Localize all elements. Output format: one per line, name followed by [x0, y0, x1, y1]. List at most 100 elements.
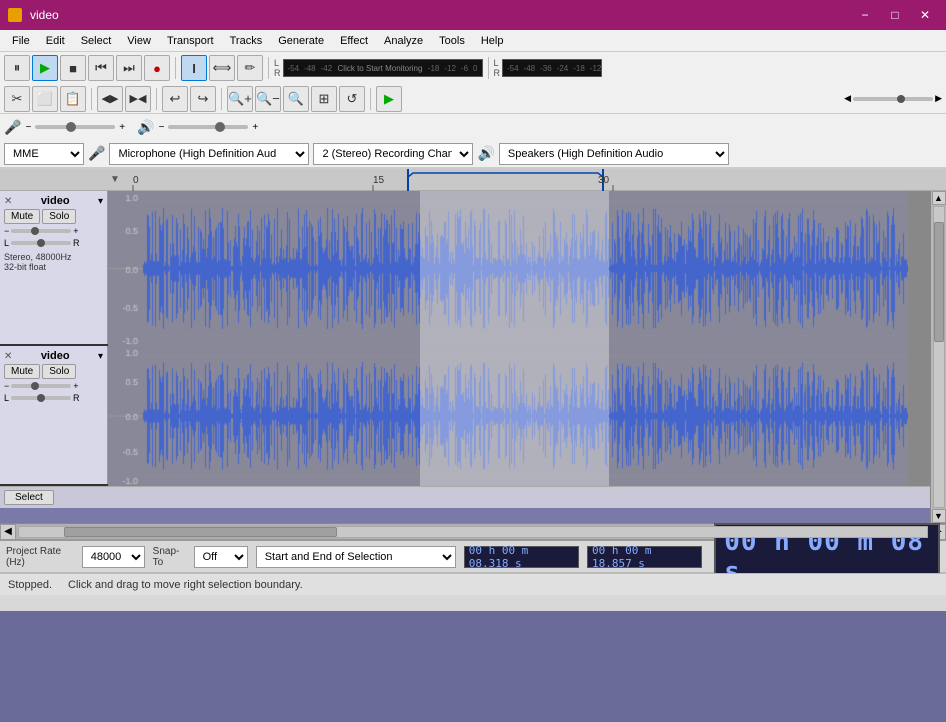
menu-tools[interactable]: Tools	[431, 33, 473, 49]
play-button[interactable]: ▶	[32, 55, 58, 81]
zoom-out-button[interactable]: 🔍−	[255, 86, 281, 112]
track-1-solo[interactable]: Solo	[42, 209, 76, 224]
close-button[interactable]: ✕	[912, 5, 938, 25]
stop-button[interactable]: ■	[60, 55, 86, 81]
track-1-pan-slider[interactable]	[11, 241, 71, 245]
track-2-solo[interactable]: Solo	[42, 364, 76, 379]
end-time-field[interactable]: 00 h 00 m 18.857 s	[587, 546, 702, 568]
separator3	[488, 57, 489, 79]
menu-analyze[interactable]: Analyze	[376, 33, 431, 49]
window-title: video	[30, 8, 852, 22]
track-1-dropdown[interactable]: ▾	[98, 196, 103, 207]
device-row: MME 🎤 Microphone (High Definition Aud 2 …	[0, 140, 946, 168]
undo-button[interactable]: ↩	[162, 86, 188, 112]
ruler-collapse[interactable]: ▼	[108, 174, 118, 185]
menu-edit[interactable]: Edit	[38, 33, 73, 49]
ruler-track[interactable]: 0 15 30	[118, 169, 946, 190]
envelope-tool-button[interactable]: ⟺	[209, 55, 235, 81]
menu-generate[interactable]: Generate	[270, 33, 332, 49]
vu-scale-mid1: -48	[304, 64, 316, 73]
track-2-close[interactable]: ✕	[4, 351, 12, 362]
pause-button[interactable]: ⏸	[4, 55, 30, 81]
start-time-value: 00 h 00 m 08.318 s	[469, 544, 574, 570]
track-2-waveform[interactable]	[108, 346, 930, 486]
menu-file[interactable]: File	[4, 33, 38, 49]
track-2-title-row: ✕ video ▾	[4, 350, 103, 362]
track-2-pan-row: L R	[4, 393, 103, 403]
speed-min-label: ◀	[844, 93, 851, 104]
input-volume-slider[interactable]	[35, 125, 115, 129]
selection-mode-select[interactable]: Start and End of Selection Start and Len…	[256, 546, 456, 568]
maximize-button[interactable]: □	[882, 5, 908, 25]
channels-select[interactable]: 2 (Stereo) Recording Chann	[313, 143, 473, 165]
record-button[interactable]: ●	[144, 55, 170, 81]
status-bar: Stopped. Click and drag to move right se…	[0, 573, 946, 595]
menu-select[interactable]: Select	[73, 33, 120, 49]
output-volume-slider[interactable]	[168, 125, 248, 129]
minimize-button[interactable]: −	[852, 5, 878, 25]
host-select[interactable]: MME	[4, 143, 84, 165]
track2-pan-l: L	[4, 393, 9, 403]
zoom-sel-button[interactable]: 🔍	[283, 86, 309, 112]
vertical-scrollbar[interactable]: ▲ ▼	[930, 191, 946, 523]
track2-pan-r: R	[73, 393, 80, 403]
track-1-waveform[interactable]	[108, 191, 930, 346]
menu-view[interactable]: View	[119, 33, 159, 49]
empty-area	[0, 508, 930, 523]
sep-edit1	[91, 88, 92, 110]
skip-back-button[interactable]: ⏮	[88, 55, 114, 81]
menu-effect[interactable]: Effect	[332, 33, 376, 49]
silence-button[interactable]: ▶◀	[125, 86, 151, 112]
mic-device-select[interactable]: Microphone (High Definition Aud	[109, 143, 309, 165]
scroll-down-arrow[interactable]: ▼	[932, 509, 946, 523]
track-2-mute[interactable]: Mute	[4, 364, 40, 379]
track2-gain-min: −	[4, 381, 9, 391]
vol-min: −	[25, 122, 31, 133]
vu-input-meter[interactable]: -54 -48 -42 Click to Start Monitoring -1…	[283, 59, 483, 77]
speaker-device-select[interactable]: Speakers (High Definition Audio	[499, 143, 729, 165]
track-2-pan-slider[interactable]	[11, 396, 71, 400]
project-rate-label: Project Rate (Hz)	[6, 546, 74, 568]
scroll-track[interactable]	[933, 206, 945, 508]
vol-max: +	[119, 122, 125, 133]
track-1-title-row: ✕ video ▾	[4, 195, 103, 207]
track-1-gain-slider[interactable]	[11, 229, 71, 233]
select-tool-button[interactable]: I	[181, 55, 207, 81]
sep-edit3	[221, 88, 222, 110]
play-speed-button[interactable]: ▶	[376, 86, 402, 112]
zoom-in-button[interactable]: 🔍+	[227, 86, 253, 112]
track-1-controls: ✕ video ▾ Mute Solo − + L	[0, 191, 108, 344]
menu-transport[interactable]: Transport	[159, 33, 222, 49]
paste-button[interactable]: 📋	[60, 86, 86, 112]
redo-button[interactable]: ↪	[190, 86, 216, 112]
track-2-dropdown[interactable]: ▾	[98, 351, 103, 362]
zoom-fit-button[interactable]: ⊞	[311, 86, 337, 112]
track-1-close[interactable]: ✕	[4, 196, 12, 207]
h-scroll-track[interactable]	[18, 526, 928, 538]
track-1-mute[interactable]: Mute	[4, 209, 40, 224]
select-button[interactable]: Select	[4, 490, 54, 505]
zoom-reset-button[interactable]: ↺	[339, 86, 365, 112]
speed-slider[interactable]	[853, 97, 933, 101]
menu-tracks[interactable]: Tracks	[222, 33, 271, 49]
vu-output-meter[interactable]: -54 -48 -36 -24 -18 -12	[502, 59, 602, 77]
scroll-thumb	[934, 222, 944, 342]
start-time-field[interactable]: 00 h 00 m 08.318 s	[464, 546, 579, 568]
vu-scale-r4: 0	[473, 64, 477, 73]
project-rate-select[interactable]: 48000	[82, 546, 145, 568]
monitor-label: Click to Start Monitoring	[337, 64, 423, 73]
track-1-pan-row: L R	[4, 238, 103, 248]
trim-button[interactable]: ◀▶	[97, 86, 123, 112]
cut-button[interactable]: ✂	[4, 86, 30, 112]
out-scale-1: -54	[507, 64, 519, 73]
copy-button[interactable]: ⬜	[32, 86, 58, 112]
scroll-left-arrow[interactable]: ◀	[0, 524, 16, 540]
menu-help[interactable]: Help	[473, 33, 512, 49]
track-2-gain-slider[interactable]	[11, 384, 71, 388]
scroll-up-arrow[interactable]: ▲	[932, 191, 946, 205]
snap-to-select[interactable]: Off On	[194, 546, 248, 568]
draw-tool-button[interactable]: ✏	[237, 55, 263, 81]
edit-toolbar: ✂ ⬜ 📋 ◀▶ ▶◀ ↩ ↪ 🔍+ 🔍− 🔍 ⊞ ↺ ▶ ◀ ▶	[0, 84, 946, 114]
skip-fwd-button[interactable]: ⏭	[116, 55, 142, 81]
controls-row: Project Rate (Hz) 48000 Snap-To Off On S…	[0, 541, 946, 573]
